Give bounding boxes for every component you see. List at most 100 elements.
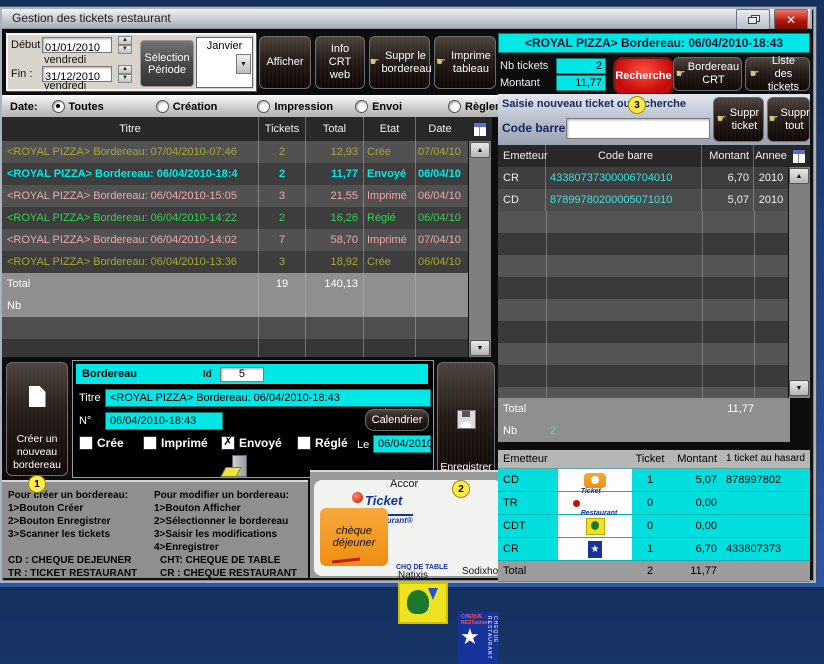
close-icon: ✕ — [786, 13, 796, 27]
le-date-field[interactable]: 06/04/2010 — [373, 435, 431, 453]
up-arrow-icon: ▲ — [796, 173, 803, 180]
filter-option-impression[interactable]: Impression — [257, 100, 333, 113]
summary-row-cdt[interactable]: CDT 0 0,00 — [498, 515, 810, 538]
nb-tickets-label: Nb tickets — [500, 60, 548, 72]
restore-window-button[interactable] — [736, 9, 770, 30]
table-row-selected[interactable]: <ROYAL PIZZA> Bordereau: 06/04/2010-18:4… — [2, 163, 468, 185]
sodixho-label: Sodixho — [462, 566, 498, 577]
bordereaux-header-row: Titre Tickets Total Etat Date — [2, 117, 468, 141]
bordereaux-scrollbar[interactable] — [469, 141, 491, 357]
down-arrow-icon[interactable]: ▼ — [118, 74, 132, 83]
scanner-icon — [223, 455, 249, 477]
table-grid-icon — [792, 149, 806, 164]
month-selected: Janvier — [197, 40, 252, 52]
titre-field[interactable]: <ROYAL PIZZA> Bordereau: 06/04/2010-18:4… — [105, 389, 431, 407]
help-line: 4>Enregistrer — [154, 541, 219, 554]
period-panel: Début ▲▼ vendredi Fin : ▲▼ vendredi Séle… — [6, 33, 256, 91]
suppr-ticket-button[interactable]: ☛Suppr ticket — [713, 97, 764, 142]
filter-option-creation[interactable]: Création — [156, 100, 218, 113]
bordereau-form: Bordereau Id Titre <ROYAL PIZZA> Bordere… — [72, 360, 434, 478]
checkbox-icon[interactable] — [143, 436, 157, 450]
afficher-button[interactable]: Afficher — [259, 36, 311, 89]
scroll-down-button[interactable]: ▼ — [789, 380, 809, 396]
debut-date-stepper[interactable]: ▲▼ — [118, 36, 132, 53]
form-header-strip: Bordereau Id — [76, 364, 428, 384]
info-crt-web-button[interactable]: Info CRT web — [315, 36, 365, 89]
numero-label: N° — [79, 415, 91, 427]
summary-row-tr[interactable]: TR TicketRestaurant 0 0,00 — [498, 492, 810, 515]
saisie-title: Saisie nouveau ticket ou recherche — [502, 98, 686, 110]
creer-bordereau-button[interactable]: Créer un nouveau bordereau — [6, 362, 68, 476]
hand-icon: ☛ — [717, 113, 727, 126]
suppr-bordereau-button[interactable]: ☛Suppr le bordereau — [369, 36, 430, 89]
waiter-icon — [407, 590, 429, 614]
numero-field[interactable]: 06/04/2010-18:43 — [105, 412, 223, 430]
table-row[interactable]: <ROYAL PIZZA> Bordereau: 07/04/2010-07:4… — [2, 141, 468, 163]
help-line: 2>Bouton Enregistrer — [8, 515, 111, 528]
restore-icon — [748, 15, 759, 24]
radio-icon[interactable] — [448, 100, 461, 113]
table-row[interactable]: <ROYAL PIZZA> Bordereau: 06/04/2010-14:2… — [2, 207, 468, 229]
up-arrow-icon[interactable]: ▲ — [118, 65, 132, 74]
suppr-tout-button[interactable]: ☛Suppr tout — [767, 97, 810, 142]
up-arrow-icon: ▲ — [477, 147, 484, 154]
combo-dropdown-button[interactable]: ▼ — [236, 54, 251, 74]
radio-icon[interactable] — [156, 100, 169, 113]
bordereaux-table: Titre Tickets Total Etat Date <ROYAL PIZ… — [2, 117, 468, 357]
table-row[interactable]: CR 43380737300006704010 6,70 2010 — [498, 167, 788, 189]
checkbox-checked-icon[interactable]: ✗ — [221, 436, 235, 450]
month-combobox[interactable]: Janvier ▼ — [196, 37, 253, 88]
enregistrer-button[interactable]: Enregistrer — [437, 362, 495, 478]
nb-row: Nb — [2, 295, 468, 317]
recherche-button[interactable]: Recherche — [613, 57, 674, 95]
down-arrow-icon[interactable]: ▼ — [118, 45, 132, 54]
debut-date-input[interactable] — [42, 37, 112, 53]
star-icon: ★ — [460, 624, 480, 650]
radio-icon[interactable] — [52, 100, 65, 113]
checkbox-icon[interactable] — [297, 436, 311, 450]
summary-header-row: Emetteur Ticket Montant 1 ticket au hasa… — [498, 450, 810, 469]
cheque-dejeuner-mini-logo — [584, 473, 606, 488]
help-code-line: CD : CHEQUE DEJEUNER — [8, 554, 131, 567]
selection-periode-button[interactable]: Sélection Période — [140, 40, 194, 87]
debut-day-label: vendredi — [44, 54, 86, 66]
checkbox-cree[interactable]: Crée — [79, 436, 124, 450]
scroll-up-button[interactable]: ▲ — [789, 168, 809, 184]
checkbox-icon[interactable] — [79, 436, 93, 450]
screen: Gestion des tickets restaurant ✕ Début ▲… — [0, 0, 824, 587]
radio-icon[interactable] — [355, 100, 368, 113]
summary-row-cd[interactable]: CD 1 5,07 878997802 — [498, 469, 810, 492]
up-arrow-icon[interactable]: ▲ — [118, 36, 132, 45]
empty-rows — [498, 211, 788, 398]
scroll-down-button[interactable]: ▼ — [470, 340, 490, 356]
code-barre-input[interactable] — [566, 118, 710, 139]
detail-title-bar: <ROYAL PIZZA> Bordereau: 06/04/2010-18:4… — [498, 33, 810, 53]
window-title: Gestion des tickets restaurant — [12, 11, 171, 25]
checkbox-envoye[interactable]: ✗Envoyé — [221, 436, 282, 450]
table-row[interactable]: <ROYAL PIZZA> Bordereau: 06/04/2010-15:0… — [2, 185, 468, 207]
calendrier-button[interactable]: Calendrier — [365, 409, 429, 431]
radio-icon[interactable] — [257, 100, 270, 113]
close-window-button[interactable]: ✕ — [774, 9, 808, 30]
montant-value: 11,77 — [556, 75, 606, 91]
summary-row-cr[interactable]: CR ★ 1 6,70 433807373 — [498, 538, 810, 561]
checkbox-imprime[interactable]: Imprimé — [143, 436, 208, 450]
table-row[interactable]: CD 87899780200005071010 5,07 2010 — [498, 189, 788, 211]
bordereau-crt-button[interactable]: ☛Bordereau CRT — [673, 57, 742, 91]
accor-label: Accor — [390, 478, 418, 490]
scroll-up-button[interactable]: ▲ — [470, 142, 490, 158]
down-arrow-icon: ▼ — [796, 385, 803, 392]
filter-option-envoi[interactable]: Envoi — [355, 100, 402, 113]
table-row[interactable]: <ROYAL PIZZA> Bordereau: 06/04/2010-13:3… — [2, 251, 468, 273]
tickets-scrollbar[interactable] — [789, 167, 810, 398]
liste-tickets-button[interactable]: ☛Liste des tickets — [745, 57, 810, 91]
tickets-table: Emetteur Code barre Montant Annee CR 433… — [498, 145, 788, 398]
step-badge-1: 1 — [28, 475, 46, 493]
imprime-tableau-button[interactable]: ☛Imprime tableau — [434, 36, 496, 89]
empty-row — [2, 339, 468, 357]
filter-option-toutes[interactable]: Toutes — [52, 100, 104, 113]
table-row[interactable]: <ROYAL PIZZA> Bordereau: 06/04/2010-14:0… — [2, 229, 468, 251]
fin-date-stepper[interactable]: ▲▼ — [118, 65, 132, 82]
id-input[interactable] — [220, 367, 264, 382]
checkbox-regle[interactable]: Réglé — [297, 436, 348, 450]
